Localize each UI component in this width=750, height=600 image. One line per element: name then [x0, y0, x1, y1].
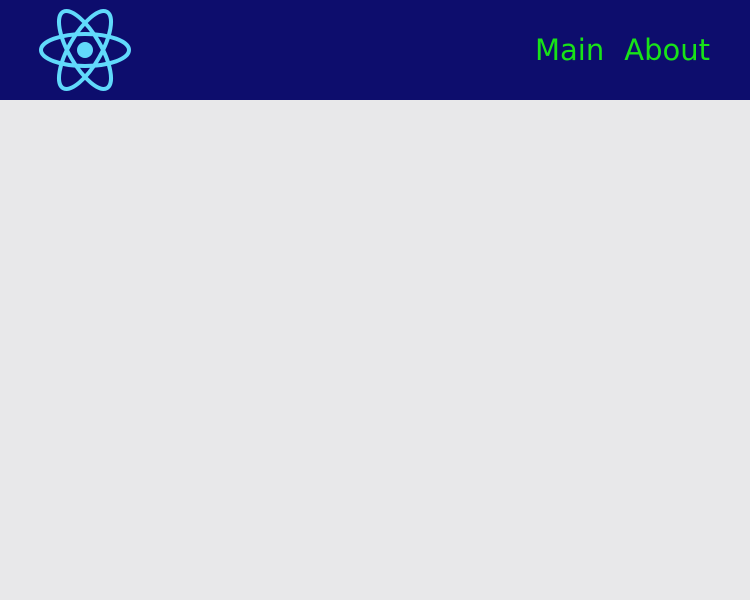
react-atom-icon	[39, 9, 131, 91]
nav-link-about[interactable]: About	[624, 28, 710, 72]
main-navigation: Main About	[535, 28, 710, 72]
top-navigation-bar: Main About	[0, 0, 750, 100]
nav-link-main[interactable]: Main	[535, 28, 604, 72]
react-logo-icon[interactable]	[38, 8, 132, 92]
main-content-area	[0, 100, 750, 600]
